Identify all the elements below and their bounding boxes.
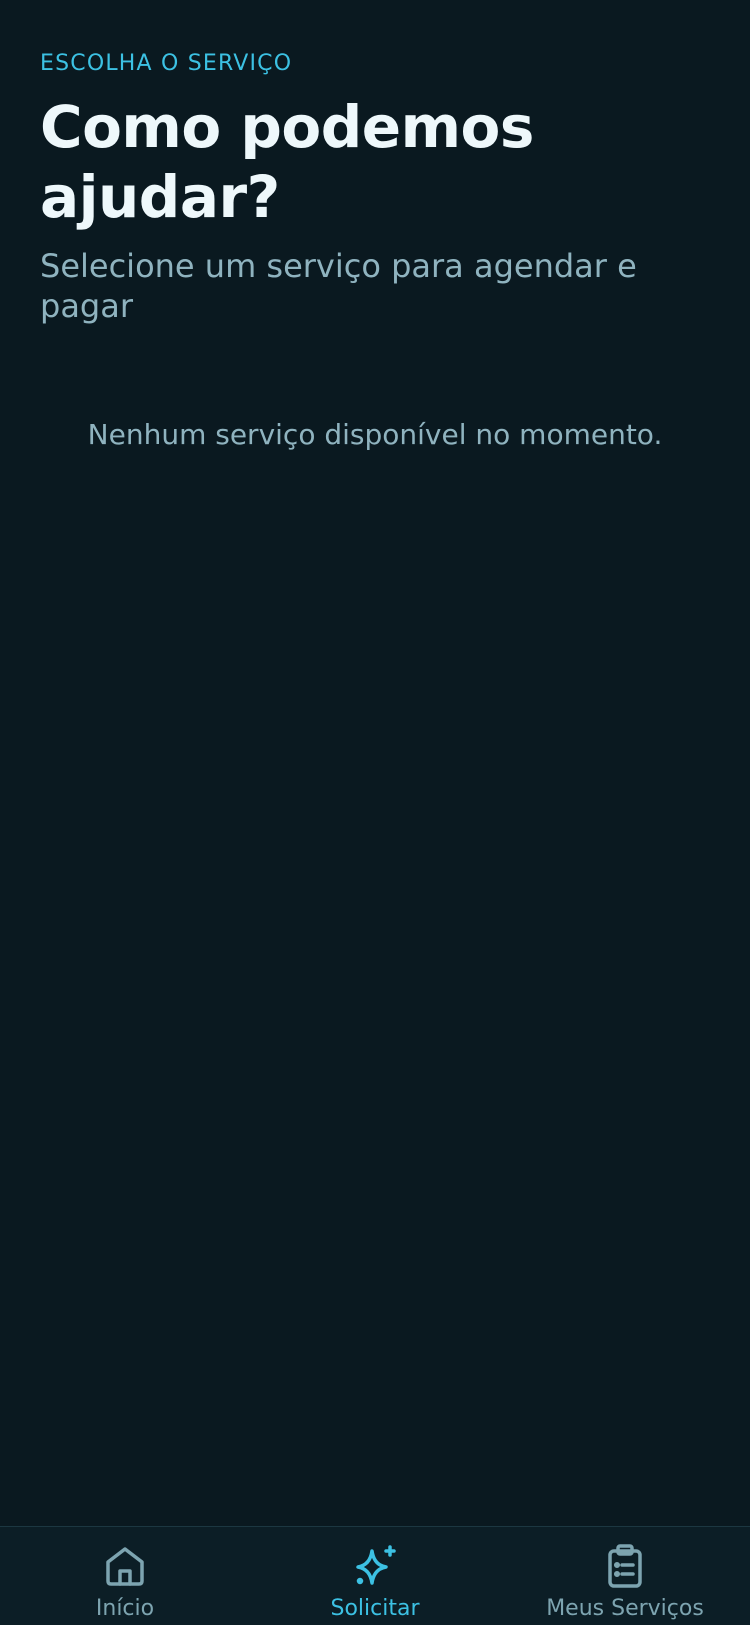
- bottom-nav: Início Solicitar Meus Serviços: [0, 1526, 750, 1625]
- page-header: ESCOLHA O SERVIÇO Como podemos ajudar? S…: [40, 48, 710, 326]
- nav-label-meus-servicos: Meus Serviços: [546, 1596, 704, 1621]
- sparkle-icon: [356, 1545, 396, 1585]
- page-subtitle: Selecione um serviço para agendar e paga…: [40, 247, 637, 325]
- clipboard-list-icon: [608, 1544, 642, 1588]
- nav-label-inicio: Início: [95, 1596, 155, 1621]
- empty-state-message: Nenhum serviço disponível no momento.: [87, 418, 663, 451]
- nav-item-meus-servicos[interactable]: Meus Serviços: [500, 1527, 750, 1625]
- page-title: Como podemos ajudar?: [40, 93, 534, 231]
- home-icon: [106, 1547, 144, 1586]
- nav-label-solicitar: Solicitar: [330, 1596, 420, 1621]
- nav-item-inicio[interactable]: Início: [0, 1527, 250, 1625]
- nav-item-solicitar[interactable]: Solicitar: [250, 1527, 500, 1625]
- section-eyebrow: ESCOLHA O SERVIÇO: [40, 51, 293, 76]
